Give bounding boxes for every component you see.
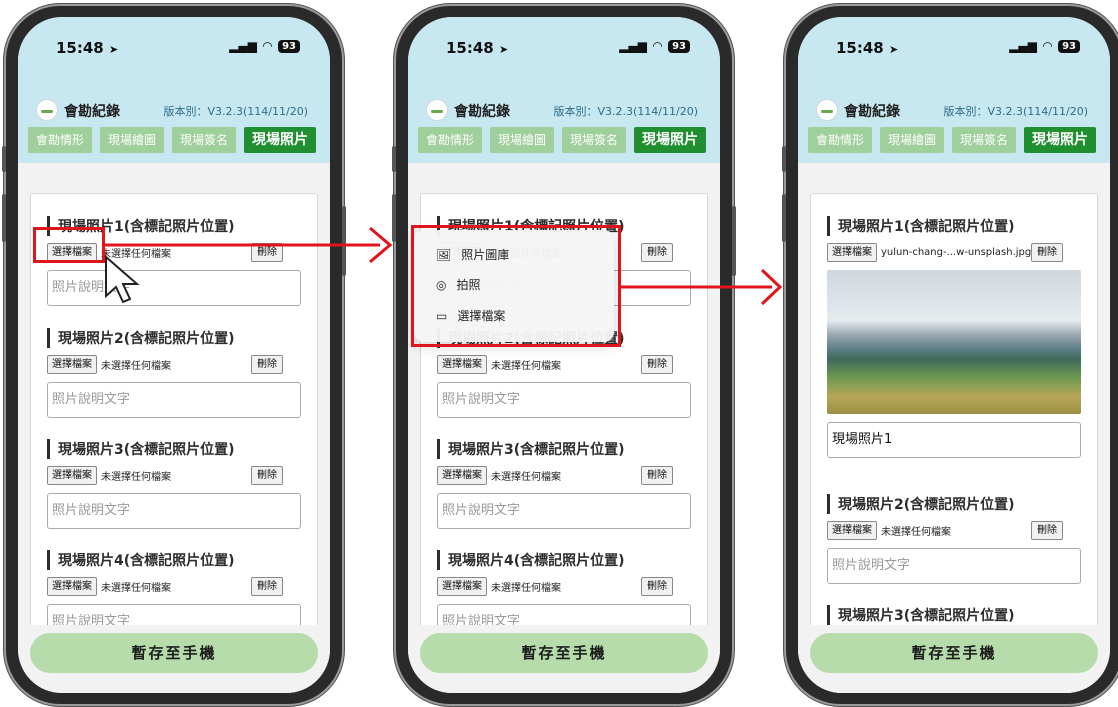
annotation-arrows — [105, 226, 783, 306]
tutorial-stage: 15:48 ➤ ▂▄▆ ◠ 93 會勘紀錄 版本別：V3.2.3(114/11/2… — [0, 0, 1118, 707]
cursor-icon — [105, 254, 140, 304]
